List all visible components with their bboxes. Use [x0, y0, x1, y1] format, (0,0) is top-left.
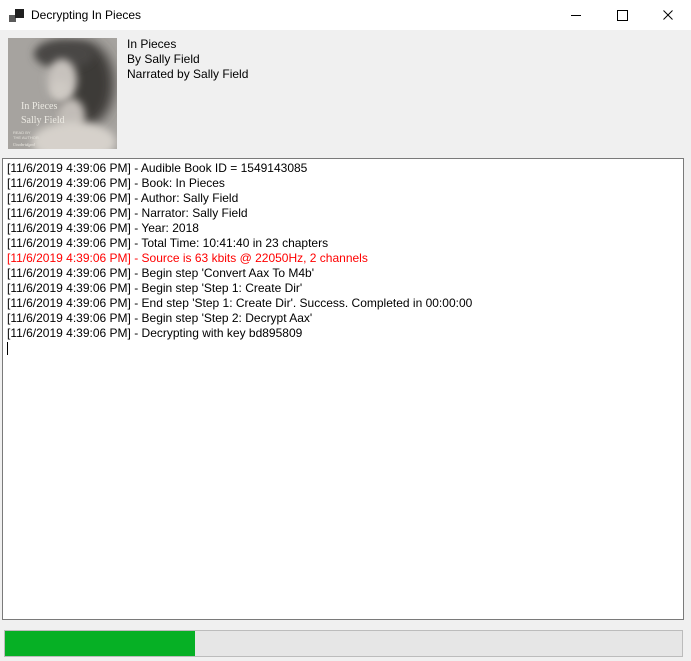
- log-line: [11/6/2019 4:39:06 PM] - Begin step 'Ste…: [7, 281, 683, 296]
- text-caret: [7, 342, 8, 355]
- close-icon: [663, 10, 673, 20]
- book-info: In Pieces By Sally Field Narrated by Sal…: [127, 37, 248, 82]
- cover-edition: Unabridged: [13, 142, 35, 147]
- book-cover-image: In Pieces Sally Field READ BY THE AUTHOR…: [8, 38, 117, 149]
- log-line: [11/6/2019 4:39:06 PM] - Total Time: 10:…: [7, 236, 683, 251]
- app-window: { "window": { "title": "Decrypting In Pi…: [0, 0, 691, 661]
- book-narrator: Narrated by Sally Field: [127, 67, 248, 82]
- window-title: Decrypting In Pieces: [31, 0, 141, 30]
- log-line: [11/6/2019 4:39:06 PM] - Begin step 'Con…: [7, 266, 683, 281]
- titlebar[interactable]: Decrypting In Pieces: [0, 0, 691, 30]
- app-icon: [9, 7, 25, 23]
- log-line: [11/6/2019 4:39:06 PM] - Begin step 'Ste…: [7, 311, 683, 326]
- cover-author: Sally Field: [21, 115, 65, 126]
- log-line: [11/6/2019 4:39:06 PM] - Book: In Pieces: [7, 176, 683, 191]
- close-button[interactable]: [645, 0, 691, 30]
- log-line: [11/6/2019 4:39:06 PM] - Narrator: Sally…: [7, 206, 683, 221]
- log-line: [11/6/2019 4:39:06 PM] - Source is 63 kb…: [7, 251, 683, 266]
- maximize-button[interactable]: [599, 0, 645, 30]
- maximize-icon: [617, 10, 628, 21]
- book-title: In Pieces: [127, 37, 248, 52]
- book-author: By Sally Field: [127, 52, 248, 67]
- progress-bar: [4, 630, 683, 657]
- log-line: [11/6/2019 4:39:06 PM] - Author: Sally F…: [7, 191, 683, 206]
- log-line: [11/6/2019 4:39:06 PM] - Decrypting with…: [7, 326, 683, 341]
- log-line: [11/6/2019 4:39:06 PM] - End step 'Step …: [7, 296, 683, 311]
- cover-title: In Pieces: [21, 101, 57, 112]
- minimize-icon: [571, 15, 581, 16]
- log-line: [11/6/2019 4:39:06 PM] - Audible Book ID…: [7, 161, 683, 176]
- log-line: [11/6/2019 4:39:06 PM] - Year: 2018: [7, 221, 683, 236]
- progress-fill: [5, 631, 195, 656]
- cover-readby-2: THE AUTHOR: [13, 135, 39, 140]
- log-textbox[interactable]: [11/6/2019 4:39:06 PM] - Audible Book ID…: [2, 158, 684, 620]
- minimize-button[interactable]: [553, 0, 599, 30]
